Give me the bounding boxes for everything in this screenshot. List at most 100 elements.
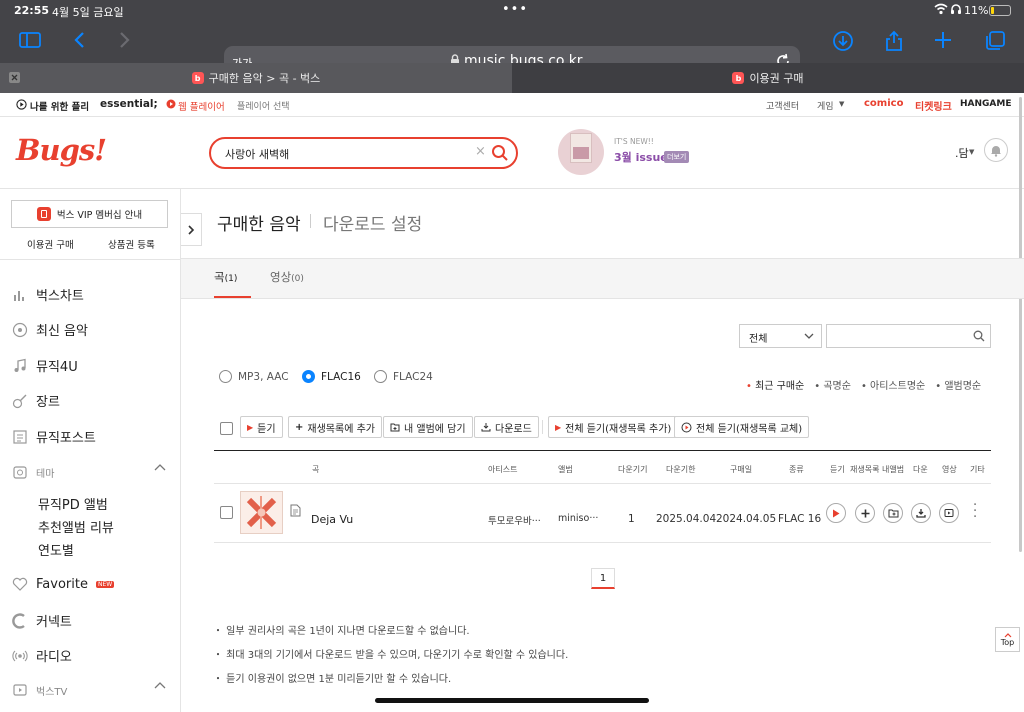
sidebar-item-chart[interactable]: 벅스차트 [12, 285, 84, 304]
sidebar-item-musicpost[interactable]: 뮤직포스트 [12, 427, 96, 446]
scrollbar[interactable] [1019, 97, 1022, 552]
tab-songs-label: 곡 [214, 270, 225, 284]
chevron-up-icon[interactable] [154, 681, 166, 689]
tab-purchased-music[interactable]: b 구매한 음악 > 곡 - 벅스 [0, 63, 512, 93]
sort-album[interactable]: • 앨범명순 [935, 377, 981, 392]
sidebar-item-connect[interactable]: 커넥트 [12, 611, 72, 630]
back-icon[interactable] [70, 30, 94, 52]
gnb-hangame[interactable]: HANGAME [960, 99, 1012, 109]
page-title: 구매한 음악 [217, 215, 301, 235]
filter-select[interactable]: 전체 [739, 324, 822, 348]
close-tab-icon[interactable] [9, 72, 20, 83]
add-my-album-button[interactable]: 내 앨범에 담기 [383, 416, 473, 438]
radio-button[interactable] [374, 370, 387, 383]
radio-button[interactable] [219, 370, 232, 383]
row-checkbox[interactable] [220, 506, 233, 519]
sidebar-item-music4u[interactable]: 뮤직4U [12, 356, 78, 375]
multitask-dots[interactable]: ••• [502, 2, 528, 17]
theme-sub-pd[interactable]: 뮤직PD 앨범 [38, 494, 108, 513]
add-playlist-button[interactable]: + 재생목록에 추가 [288, 416, 382, 438]
search-box[interactable]: 사랑아 새벽해 × [209, 137, 518, 169]
top-button[interactable]: Top [995, 627, 1020, 652]
row-add-playlist-icon[interactable] [855, 503, 875, 523]
gnb-game[interactable]: 게임 [817, 99, 834, 112]
sidebar-item-genre[interactable]: 장르 [12, 391, 60, 410]
more-icon[interactable]: · · · [973, 499, 977, 524]
play-icon: ▶ [555, 422, 562, 432]
forward-icon[interactable] [114, 30, 138, 52]
theme-sub-review[interactable]: 추천앨범 리뷰 [38, 517, 114, 536]
coupon-link[interactable]: 상품권 등록 [108, 237, 155, 251]
tab-songs[interactable]: 곡(1) [214, 269, 237, 285]
download-settings-link[interactable]: 다운로드 설정 [323, 210, 422, 235]
promo-more-button[interactable]: 더보기 [664, 151, 690, 163]
sidebar-theme-header[interactable]: 테마 [12, 464, 54, 480]
search-icon[interactable] [973, 330, 985, 342]
tabs-overview-icon[interactable] [984, 30, 1008, 52]
connect-icon [12, 612, 28, 629]
battery-percent: 11% [964, 4, 989, 17]
sort-options: • 최근 구매순 • 곡명순 • 아티스트명순 • 앨범명순 [746, 377, 981, 392]
search-icon[interactable] [491, 144, 509, 162]
theme-sub-year[interactable]: 연도별 [38, 540, 74, 559]
gnb-for-me[interactable]: 나를 위한 플리 [30, 99, 89, 113]
gnb-ticketlink[interactable]: 티켓링크 [915, 98, 952, 113]
gnb-support[interactable]: 고객센터 [766, 99, 799, 112]
download-button[interactable]: 다운로드 [474, 416, 539, 438]
row-video-icon[interactable] [939, 503, 959, 523]
select-all-checkbox[interactable] [220, 422, 233, 435]
row-album-add-icon[interactable] [883, 503, 903, 523]
share-icon[interactable] [884, 30, 908, 52]
sidebar-tv-header[interactable]: 벅스TV [12, 682, 67, 698]
bugs-favicon: b [732, 72, 745, 84]
sidebar-item-radio[interactable]: 라디오 [12, 646, 72, 665]
play-all-replace-button[interactable]: 전체 듣기(재생목록 교체) [674, 416, 810, 438]
buy-ticket-link[interactable]: 이용권 구매 [27, 237, 74, 251]
chevron-down-icon: ▼ [969, 148, 975, 156]
sidebar-item-new[interactable]: 최신 음악 [12, 320, 88, 339]
sort-recent[interactable]: • 최근 구매순 [746, 377, 804, 392]
status-time: 22:55 [14, 4, 50, 17]
clear-search-icon[interactable]: × [475, 144, 486, 159]
play-button[interactable]: ▶ 듣기 [240, 416, 283, 438]
gnb-comico[interactable]: comico [864, 98, 903, 109]
chevron-up-icon[interactable] [154, 463, 166, 471]
download-icon[interactable] [832, 30, 856, 52]
sidebar: 벅스 VIP 멤버십 안내 이용권 구매 상품권 등록 벅스차트 최신 음악 뮤… [0, 189, 181, 712]
battery-icon [989, 5, 1011, 16]
gnb-web-player[interactable]: 웹 플레이어 [178, 99, 225, 113]
filter-search-input[interactable] [826, 324, 991, 348]
row-download-icon[interactable] [911, 503, 931, 523]
radio-icon [12, 648, 28, 664]
gnb-player-select[interactable]: 플레이어 선택 [237, 99, 290, 112]
user-name[interactable]: .담 [955, 145, 969, 161]
play-all-add-button[interactable]: ▶ 전체 듣기(재생목록 추가) [548, 416, 679, 438]
format-radio-flac24[interactable]: FLAC24 [374, 370, 433, 383]
promo-thumbnail[interactable] [558, 129, 604, 175]
format-radio-mp3[interactable]: MP3, AAC [219, 370, 289, 383]
sort-title[interactable]: • 곡명순 [814, 377, 851, 392]
radio-button-selected[interactable] [302, 370, 315, 383]
sidebar-collapse-button[interactable] [181, 213, 202, 246]
sort-artist[interactable]: • 아티스트명순 [861, 377, 925, 392]
row-play-icon[interactable] [826, 503, 846, 523]
format-radio-flac16[interactable]: FLAC16 [302, 370, 361, 383]
gnb-essential[interactable]: essential; [100, 98, 158, 110]
chevron-down-icon [804, 333, 814, 340]
sidebar-item-label: 장르 [36, 395, 60, 410]
search-input[interactable]: 사랑아 새벽해 [225, 146, 289, 162]
bell-icon[interactable] [984, 138, 1008, 162]
tab-label: 구매한 음악 > 곡 - 벅스 [208, 72, 321, 85]
sidebar-toggle-icon[interactable] [18, 30, 42, 52]
sidebar-item-favorite[interactable]: Favorite NEW [12, 576, 115, 592]
tab-videos[interactable]: 영상(0) [270, 269, 304, 285]
page-number[interactable]: 1 [591, 568, 615, 589]
bugs-logo[interactable]: Bugs! [16, 133, 107, 167]
new-tab-icon[interactable] [933, 30, 957, 52]
tab-ticket[interactable]: b 이용권 구매 [512, 63, 1024, 93]
album-cover[interactable] [240, 491, 283, 534]
promo-title[interactable]: 3월 issue [614, 149, 668, 165]
web-player-dot-icon [166, 99, 176, 109]
site-header: Bugs! 사랑아 새벽해 × IT'S NEW!! 3월 issue 더보기 … [0, 117, 1024, 189]
vip-banner[interactable]: 벅스 VIP 멤버십 안내 [11, 200, 168, 228]
